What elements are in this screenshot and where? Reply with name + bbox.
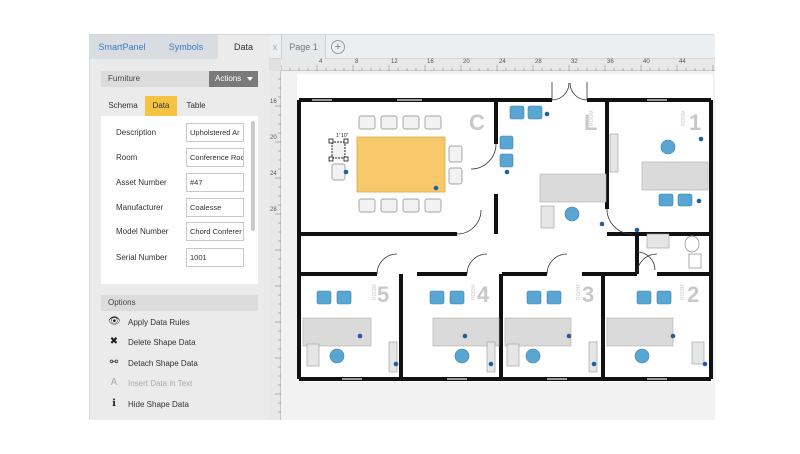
room-word: ROOM bbox=[589, 110, 595, 126]
room-letter: 1 bbox=[689, 110, 701, 135]
ruler-number: 20 bbox=[463, 59, 470, 65]
property-row: Room Conference Roo bbox=[101, 148, 258, 168]
property-row: Serial Number 1001 bbox=[101, 248, 258, 268]
page-tab-bar: x Page 1 + bbox=[269, 35, 715, 59]
properties-scrollbar[interactable] bbox=[251, 121, 255, 231]
actions-button[interactable]: Actions bbox=[209, 71, 258, 87]
conference-table bbox=[356, 136, 446, 193]
option-label: Detach Shape Data bbox=[128, 359, 198, 368]
data-subtabs: Schema Data Table bbox=[101, 96, 258, 116]
eye-icon: 👁 bbox=[108, 316, 121, 327]
ruler-number: 4 bbox=[319, 59, 323, 65]
text-a-icon: A bbox=[110, 377, 118, 388]
panel-tabs: SmartPanel Symbols Data bbox=[90, 35, 269, 59]
ruler-number: 32 bbox=[571, 59, 578, 65]
description-field[interactable]: Upholstered Ar bbox=[186, 123, 244, 142]
options-header-label: Options bbox=[108, 298, 136, 307]
ruler-number: 24 bbox=[499, 59, 506, 65]
property-label: Model Number bbox=[116, 227, 169, 236]
tab-page-1[interactable]: Page 1 bbox=[281, 35, 326, 59]
option-label: Hide Shape Data bbox=[128, 400, 189, 409]
selected-chair bbox=[331, 141, 346, 159]
detach-link-icon: ⚯ bbox=[109, 357, 119, 368]
option-label: Apply Data Rules bbox=[128, 318, 190, 327]
tab-data[interactable]: Data bbox=[218, 35, 269, 59]
property-label: Asset Number bbox=[116, 178, 167, 187]
ruler-number: 16 bbox=[270, 99, 277, 105]
ruler-number: 12 bbox=[391, 59, 398, 65]
ruler-number: 36 bbox=[607, 59, 614, 65]
property-row: Model Number Chord Conferer bbox=[101, 222, 258, 242]
floor-plan-drawing: 1' 10" C L 1 5 4 3 2 ROOM ROOM ROOM ROOM… bbox=[297, 74, 713, 382]
ruler-ticks bbox=[275, 78, 281, 413]
left-panel: SmartPanel Symbols Data Furniture Action… bbox=[90, 35, 269, 420]
insert-data-in-text-button[interactable]: A Insert Data in Text bbox=[101, 374, 258, 394]
room-letter: 3 bbox=[582, 282, 594, 307]
ruler-number: 24 bbox=[270, 171, 277, 177]
property-row: Manufacturer Coalesse bbox=[101, 198, 258, 218]
property-label: Manufacturer bbox=[116, 203, 164, 212]
dimension-label: 1' 10" bbox=[336, 133, 349, 139]
room-field[interactable]: Conference Roo bbox=[186, 148, 244, 167]
ruler-corner bbox=[269, 59, 281, 71]
room-letter: 4 bbox=[477, 282, 490, 307]
furniture-header-label: Furniture bbox=[108, 74, 141, 83]
add-page-icon[interactable]: + bbox=[331, 40, 345, 54]
ruler-number: 28 bbox=[535, 59, 542, 65]
ruler-number: 8 bbox=[355, 59, 359, 65]
properties-list: Description Upholstered Ar Room Conferen… bbox=[101, 116, 258, 284]
options-header: Options bbox=[101, 295, 258, 311]
property-row: Asset Number #47 bbox=[101, 173, 258, 193]
option-label: Insert Data in Text bbox=[128, 379, 193, 388]
subtab-schema[interactable]: Schema bbox=[101, 96, 145, 116]
ruler-vertical[interactable]: 16 20 24 28 bbox=[269, 71, 281, 420]
ruler-number: 20 bbox=[270, 135, 277, 141]
delete-shape-data-button[interactable]: ✖ Delete Shape Data bbox=[101, 333, 258, 353]
serial-number-field[interactable]: 1001 bbox=[186, 248, 244, 267]
tab-symbols[interactable]: Symbols bbox=[154, 35, 218, 59]
apply-data-rules-button[interactable]: 👁 Apply Data Rules bbox=[101, 313, 258, 333]
furniture-header: Furniture Actions bbox=[101, 71, 258, 87]
property-label: Description bbox=[116, 128, 157, 137]
tab-smartpanel[interactable]: SmartPanel bbox=[90, 35, 154, 59]
property-label: Serial Number bbox=[116, 253, 168, 262]
asset-number-field[interactable]: #47 bbox=[186, 173, 244, 192]
room-word: ROOM bbox=[471, 284, 477, 300]
room-word: ROOM bbox=[372, 284, 378, 300]
ruler-number: 40 bbox=[643, 59, 650, 65]
room-word: ROOM bbox=[576, 284, 582, 300]
ruler-horizontal[interactable]: 4 8 12 16 20 24 28 32 36 40 44 bbox=[281, 59, 715, 71]
room-word: ROOM bbox=[680, 284, 686, 300]
room-word: ROOM bbox=[681, 110, 687, 126]
room-letter: 2 bbox=[687, 282, 699, 307]
floor-plan[interactable]: 1' 10" C L 1 5 4 3 2 ROOM ROOM ROOM ROOM… bbox=[297, 74, 713, 382]
info-icon: ℹ bbox=[112, 398, 116, 409]
manufacturer-field[interactable]: Coalesse bbox=[186, 198, 244, 217]
actions-button-label: Actions bbox=[215, 74, 242, 83]
delete-x-icon: ✖ bbox=[109, 336, 119, 347]
property-label: Room bbox=[116, 153, 138, 162]
detach-shape-data-button[interactable]: ⚯ Detach Shape Data bbox=[101, 354, 258, 374]
subtab-data[interactable]: Data bbox=[145, 96, 177, 116]
hide-shape-data-button[interactable]: ℹ Hide Shape Data bbox=[101, 395, 258, 415]
room-letter: 5 bbox=[377, 282, 389, 307]
caret-down-icon bbox=[247, 77, 253, 81]
close-icon[interactable]: x bbox=[269, 35, 281, 59]
ruler-number: 44 bbox=[679, 59, 686, 65]
model-number-field[interactable]: Chord Conferer bbox=[186, 222, 244, 241]
property-row: Description Upholstered Ar bbox=[101, 123, 258, 143]
sink bbox=[688, 253, 702, 269]
subtab-table[interactable]: Table bbox=[177, 96, 215, 116]
option-label: Delete Shape Data bbox=[128, 338, 196, 347]
ruler-number: 28 bbox=[270, 207, 277, 213]
ruler-number: 16 bbox=[427, 59, 434, 65]
room-letter: C bbox=[469, 110, 485, 135]
toilet bbox=[684, 235, 700, 253]
